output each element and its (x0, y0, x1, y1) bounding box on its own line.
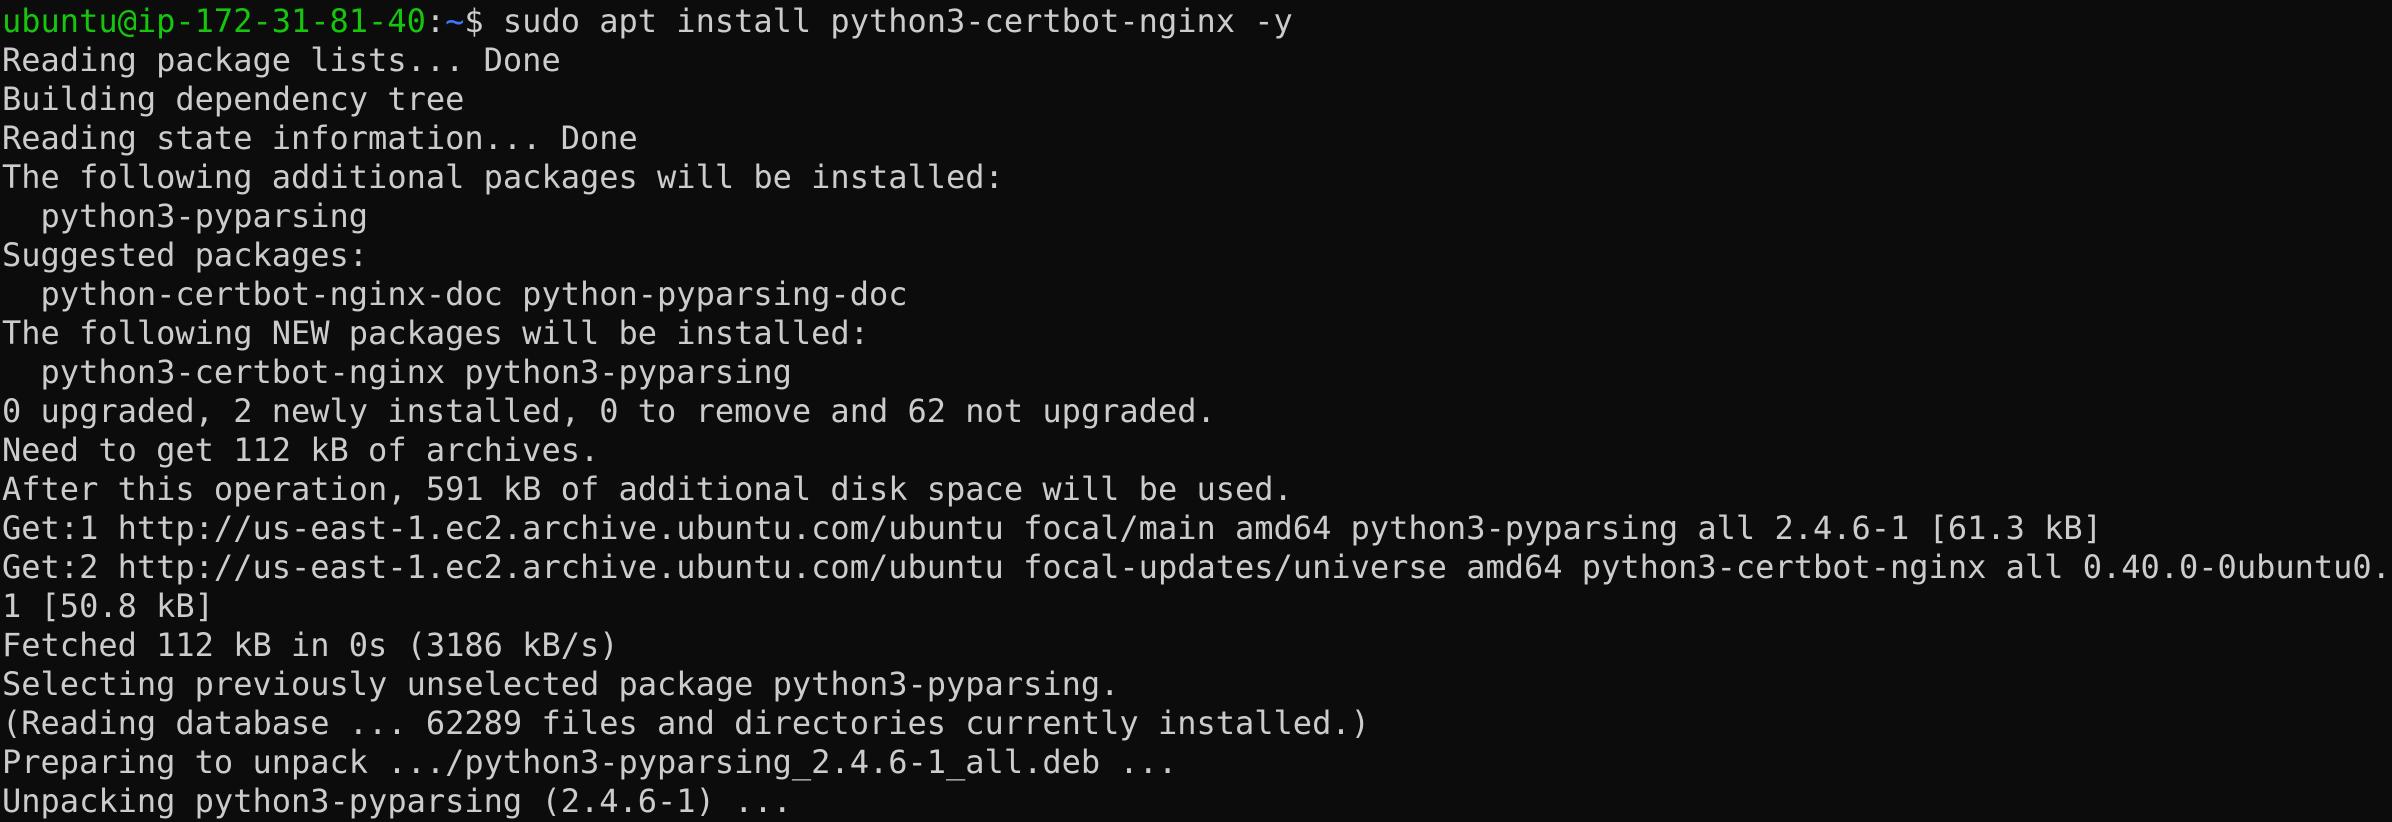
prompt-path: ~ (445, 2, 465, 40)
output-line: Reading state information... Done (2, 119, 638, 157)
output-line: After this operation, 591 kB of addition… (2, 470, 1293, 508)
prompt-user-host: ubuntu@ip-172-31-81-40 (2, 2, 426, 40)
prompt-separator: : (425, 2, 446, 40)
output-line: 1 [50.8 kB] (2, 587, 214, 625)
output-line: Building dependency tree (2, 80, 465, 118)
output-line: Suggested packages: (2, 236, 369, 274)
output-line: 0 upgraded, 2 newly installed, 0 to remo… (2, 392, 1216, 430)
output-line: Unpacking python3-pyparsing (2.4.6-1) ..… (2, 782, 792, 820)
output-line: The following NEW packages will be insta… (2, 314, 869, 352)
output-line: Fetched 112 kB in 0s (3186 kB/s) (2, 626, 619, 664)
prompt-line: ubuntu@ip-172-31-81-40:~$ sudo apt insta… (2, 2, 2390, 41)
output-line: Reading package lists... Done (2, 41, 561, 79)
output-line: Need to get 112 kB of archives. (2, 431, 600, 469)
prompt-command: sudo apt install python3-certbot-nginx -… (502, 2, 1293, 40)
output-line: Preparing to unpack .../python3-pyparsin… (2, 743, 1178, 781)
terminal-window[interactable]: ubuntu@ip-172-31-81-40:~$ sudo apt insta… (0, 0, 2392, 822)
output-line: python-certbot-nginx-doc python-pyparsin… (2, 275, 908, 313)
output-line: python3-pyparsing (2, 197, 369, 235)
output-line: python3-certbot-nginx python3-pyparsing (2, 353, 792, 391)
output-line: Get:2 http://us-east-1.ec2.archive.ubunt… (2, 548, 2390, 586)
prompt-symbol: $ (464, 2, 503, 40)
output-line: Get:1 http://us-east-1.ec2.archive.ubunt… (2, 509, 2102, 547)
terminal-output: ubuntu@ip-172-31-81-40:~$ sudo apt insta… (2, 2, 2390, 821)
output-line: Selecting previously unselected package … (2, 665, 1120, 703)
output-line: The following additional packages will b… (2, 158, 1004, 196)
output-line: (Reading database ... 62289 files and di… (2, 704, 1370, 742)
